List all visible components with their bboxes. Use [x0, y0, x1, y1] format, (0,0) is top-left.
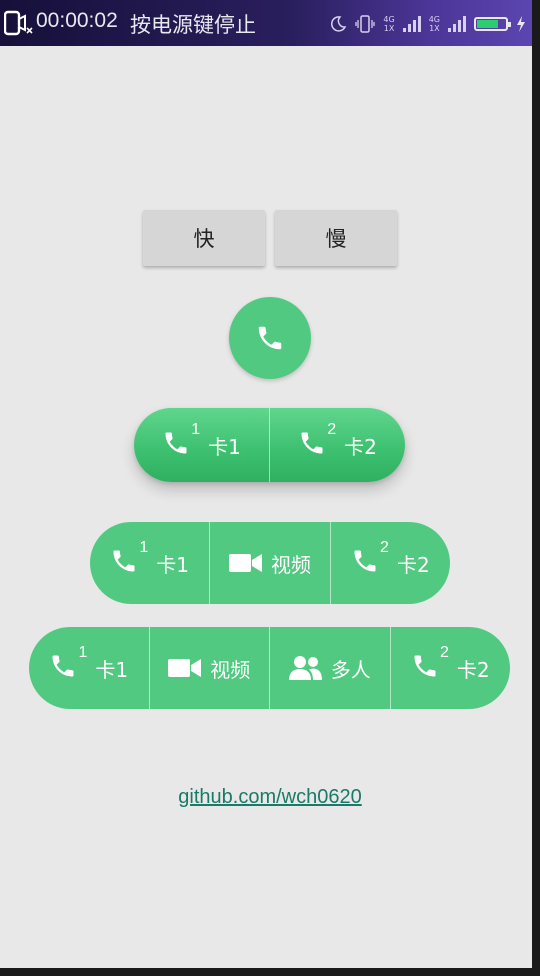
battery-level	[477, 20, 498, 28]
sim-number: 1	[191, 420, 201, 438]
phone-icon	[301, 432, 323, 453]
call-sim1-button[interactable]: 1 卡1	[134, 408, 269, 482]
phone-sim2-icon-wrap: 2	[411, 644, 449, 685]
moon-icon	[331, 16, 347, 32]
group-call-button[interactable]: 多人	[269, 627, 390, 709]
app-screen: 00:00:02 按电源键停止 4G 1X 4G 1X 快 慢 1 卡1 2 卡…	[0, 0, 532, 968]
call-sim1-button[interactable]: 1 卡1	[90, 522, 209, 604]
phone-sim2-icon-wrap: 2	[298, 421, 336, 462]
phone-sim1-icon-wrap: 1	[49, 644, 87, 685]
network-type-bottom: 1X	[383, 24, 395, 33]
sim-number: 2	[439, 643, 449, 661]
network-type-2: 4G 1X	[429, 15, 440, 33]
battery-icon	[474, 17, 511, 31]
call-sim2-button[interactable]: 2 卡2	[389, 627, 511, 709]
video-call-button[interactable]: 视频	[148, 627, 270, 709]
fast-button[interactable]: 快	[143, 210, 265, 266]
sim-number: 2	[380, 538, 389, 556]
video-icon	[228, 554, 262, 572]
phone-sim2-icon-wrap: 2	[351, 539, 389, 580]
sim-number: 1	[78, 643, 88, 661]
call-sim1-button[interactable]: 1 卡1	[29, 627, 149, 709]
sim2-label: 卡2	[456, 657, 490, 682]
github-link[interactable]: github.com/wch0620	[0, 786, 540, 809]
sim1-label: 卡1	[156, 552, 190, 577]
phone-sim1-icon-wrap: 1	[162, 421, 200, 462]
sim-number: 1	[139, 538, 149, 556]
call-sim2-button[interactable]: 2 卡2	[329, 522, 450, 604]
charging-icon	[517, 16, 525, 32]
group-icon	[288, 656, 322, 680]
three-option-call-bar: 1 卡1 视频 2 卡2	[90, 522, 450, 604]
network-type-top: 4G	[428, 15, 440, 24]
sim2-label: 卡2	[344, 434, 377, 459]
sim-number: 2	[327, 420, 337, 438]
record-hint: 按电源键停止	[130, 13, 256, 37]
group-label: 多人	[330, 657, 371, 682]
four-option-call-bar: 1 卡1 视频 多人 2 卡2	[29, 627, 510, 709]
signal-icon	[402, 16, 421, 32]
video-label: 视频	[210, 657, 251, 682]
phone-icon	[52, 655, 74, 676]
phone-icon	[354, 550, 376, 571]
phone-icon	[258, 326, 282, 350]
signal-icon	[448, 16, 466, 32]
phone-icon	[113, 550, 135, 571]
vibrate-icon	[355, 15, 376, 33]
call-button[interactable]	[229, 297, 311, 379]
network-type-1: 4G 1X	[383, 15, 394, 33]
sim1-label: 卡1	[208, 434, 241, 459]
screen-record-icon	[4, 10, 33, 36]
phone-icon	[165, 432, 187, 453]
sim2-label: 卡2	[396, 552, 430, 577]
network-type-bottom: 1X	[429, 24, 440, 33]
record-timer: 00:00:02	[36, 9, 118, 32]
video-icon	[168, 659, 202, 677]
slow-button[interactable]: 慢	[275, 210, 397, 266]
status-bar: 00:00:02 按电源键停止 4G 1X 4G 1X	[0, 0, 532, 46]
video-label: 视频	[270, 552, 311, 577]
network-type-top: 4G	[383, 15, 395, 24]
dual-sim-call-bar: 1 卡1 2 卡2	[134, 408, 405, 482]
video-call-button[interactable]: 视频	[209, 522, 329, 604]
phone-sim1-icon-wrap: 1	[110, 539, 148, 580]
sim1-label: 卡1	[95, 657, 129, 682]
phone-icon	[414, 655, 436, 676]
status-icons: 4G 1X 4G 1X	[329, 12, 526, 36]
call-sim2-button[interactable]: 2 卡2	[269, 408, 405, 482]
